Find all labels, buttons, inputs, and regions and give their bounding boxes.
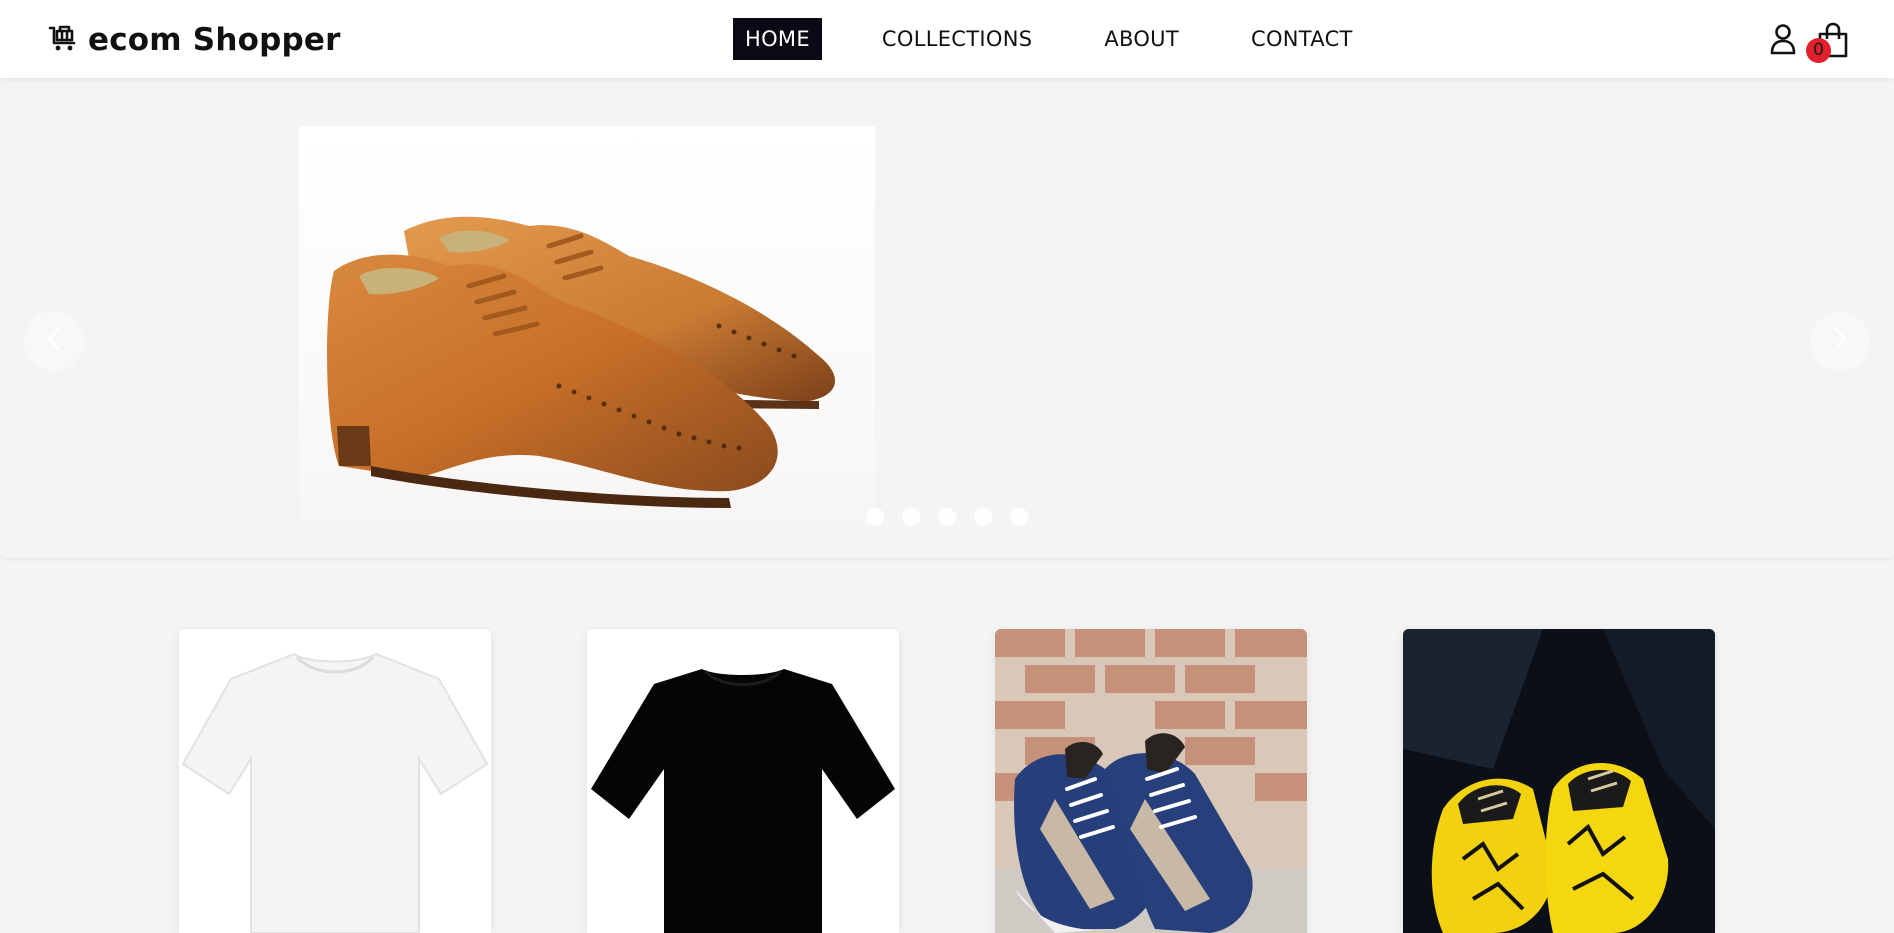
chevron-right-icon	[1830, 324, 1850, 358]
hero-carousel	[0, 78, 1894, 558]
site-header: ecom Shopper HOME COLLECTIONS ABOUT CONT…	[0, 0, 1894, 78]
nav-home[interactable]: HOME	[733, 18, 822, 60]
product-card-white-tshirt[interactable]	[179, 629, 491, 933]
carousel-dot-1[interactable]	[866, 508, 884, 526]
chevron-left-icon	[44, 324, 64, 358]
brand[interactable]: ecom Shopper	[48, 20, 341, 60]
product-card-black-tshirt[interactable]	[587, 629, 899, 933]
product-image-running-shoes	[1403, 629, 1715, 933]
product-card-running-shoes[interactable]	[1403, 629, 1715, 933]
product-card-suede-sneakers[interactable]	[995, 629, 1307, 933]
carousel-dot-3[interactable]	[938, 508, 956, 526]
nav-about[interactable]: ABOUT	[1092, 18, 1191, 60]
user-icon[interactable]	[1768, 23, 1798, 55]
carousel-dot-2[interactable]	[902, 508, 920, 526]
brand-name: ecom Shopper	[88, 22, 341, 58]
cart-count-badge: 0	[1806, 38, 1831, 63]
product-image-suede-sneakers	[995, 629, 1307, 933]
carousel-dots	[866, 508, 1028, 526]
product-image-white-tshirt	[179, 629, 491, 933]
shopping-cart-icon	[48, 24, 78, 56]
nav-contact[interactable]: CONTACT	[1239, 18, 1365, 60]
nav-collections[interactable]: COLLECTIONS	[870, 18, 1044, 60]
carousel-dot-5[interactable]	[1010, 508, 1028, 526]
carousel-dot-4[interactable]	[974, 508, 992, 526]
product-image-black-tshirt	[587, 629, 899, 933]
carousel-prev-button[interactable]	[24, 311, 84, 371]
carousel-next-button[interactable]	[1810, 311, 1870, 371]
slide-image-brogue-shoes	[299, 126, 875, 558]
main-nav: HOME COLLECTIONS ABOUT CONTACT	[733, 18, 1365, 60]
product-grid	[0, 629, 1894, 933]
